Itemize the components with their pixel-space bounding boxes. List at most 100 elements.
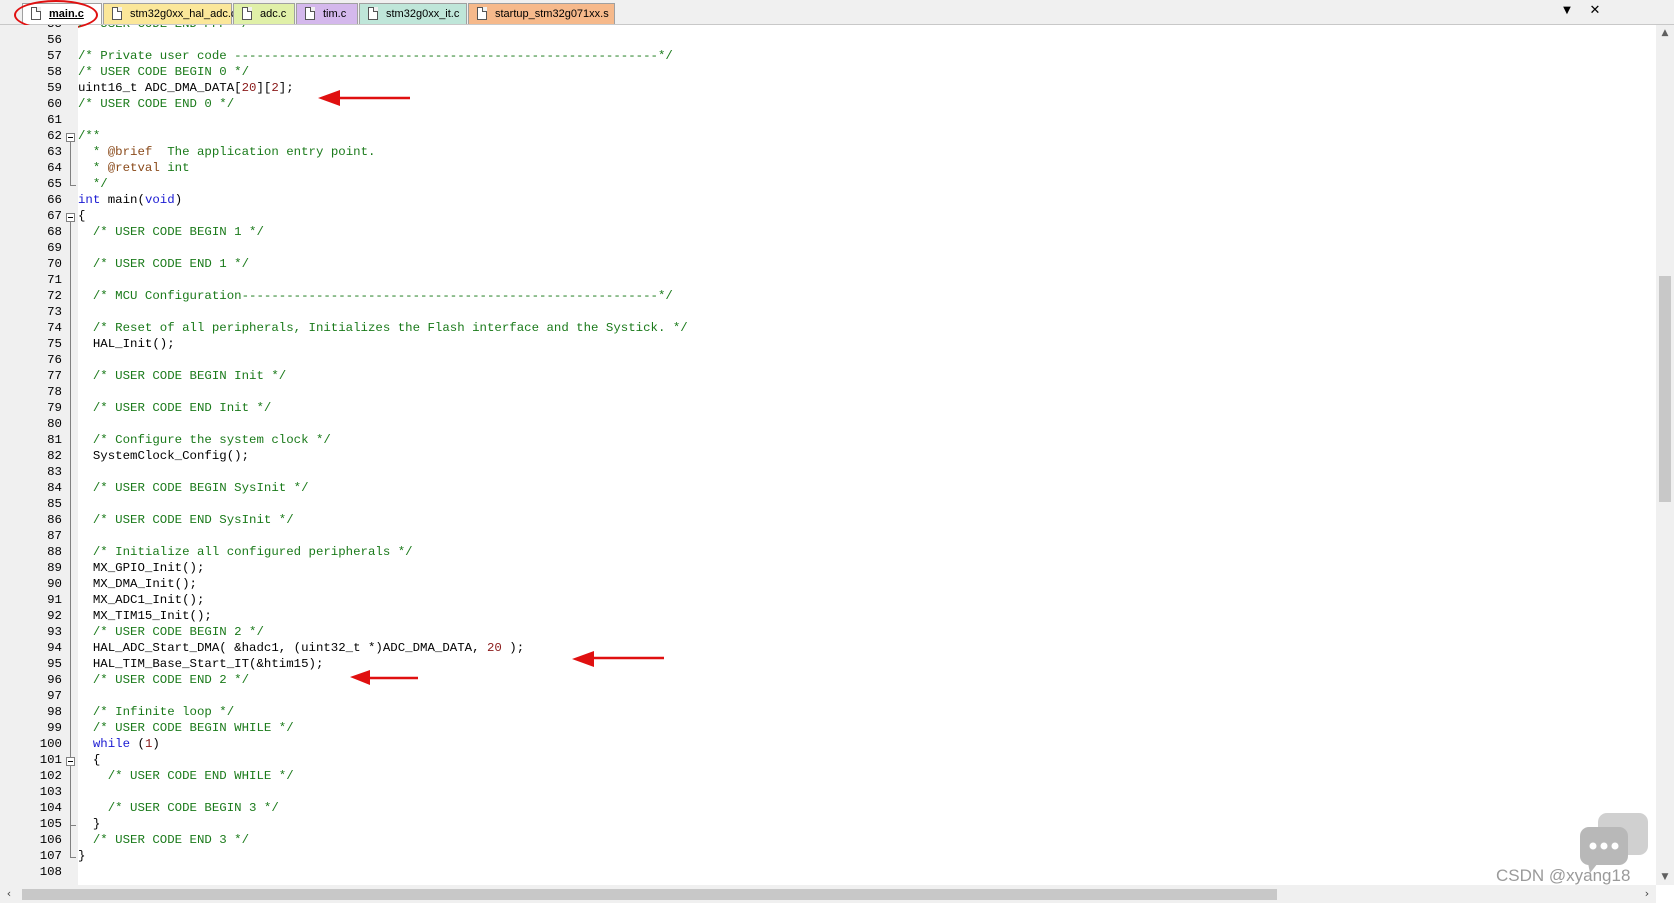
code-line: MX_ADC1_Init(); [78, 593, 205, 609]
code-line: /* USER CODE END PFP */ [78, 25, 249, 33]
code-line: } [78, 817, 100, 833]
code-token: /* USER CODE BEGIN 1 */ [78, 225, 264, 239]
code-line: HAL_ADC_Start_DMA( &hadc1, (uint32_t *)A… [78, 641, 524, 657]
vertical-scroll-thumb[interactable] [1659, 276, 1671, 502]
tab-adc-c[interactable]: adc.c [233, 3, 295, 24]
fold-toggle-icon[interactable] [66, 133, 75, 142]
code-line: /* Initialize all configured peripherals… [78, 545, 413, 561]
code-token: /* USER CODE END 2 */ [78, 673, 250, 687]
line-number: 64 [47, 161, 62, 175]
line-number: 107 [39, 849, 62, 863]
code-line: /* USER CODE BEGIN 2 */ [78, 625, 264, 641]
code-line: /* USER CODE BEGIN 1 */ [78, 225, 264, 241]
code-line: SystemClock_Config(); [78, 449, 249, 465]
line-number: 62 [47, 129, 62, 143]
code-line: while (1) [78, 737, 160, 753]
line-number-gutter: 5556 57 58 59 60 61 62 63 64 65 66 67 68 69 70 71 72 73 74… [0, 25, 78, 885]
code-line: /* USER CODE END 1 */ [78, 257, 249, 273]
tab-stm32g0xx-hal-adc-c[interactable]: stm32g0xx_hal_adc.c [103, 3, 236, 24]
fold-toggle-icon[interactable] [66, 757, 75, 766]
file-icon [305, 7, 315, 20]
scroll-down-arrow-icon[interactable]: ▼ [1656, 869, 1674, 885]
code-token: /* USER CODE END Init */ [78, 401, 272, 415]
code-line: /* USER CODE END 3 */ [78, 833, 249, 849]
code-token: /* Reset of all peripherals, Initializes… [78, 321, 688, 335]
horizontal-scroll-thumb[interactable] [22, 889, 1277, 900]
code-line: * @retval int [78, 161, 190, 177]
line-number: 58 [47, 65, 62, 79]
code-line: /* USER CODE END 0 */ [78, 97, 234, 113]
tab-stm32g0xx-it-c[interactable]: stm32g0xx_it.c [359, 3, 467, 24]
tab-label: tim.c [323, 8, 347, 20]
code-line: /* Private user code -------------------… [78, 49, 673, 65]
code-line: /* USER CODE BEGIN Init */ [78, 369, 286, 385]
code-token: */ [78, 177, 108, 191]
code-token: { [78, 753, 101, 767]
line-number: 85 [47, 497, 62, 511]
line-number: 104 [39, 801, 62, 815]
line-number: 61 [47, 113, 62, 127]
scroll-left-arrow-icon[interactable]: ‹ [0, 885, 18, 903]
line-number: 79 [47, 401, 62, 415]
line-number: 76 [47, 353, 62, 367]
vertical-scrollbar[interactable]: ▲ ▼ [1656, 25, 1674, 885]
code-token: /* USER CODE BEGIN Init */ [78, 369, 287, 383]
tab-label: stm32g0xx_hal_adc.c [130, 8, 237, 20]
fold-end-marker [70, 825, 76, 826]
code-token: ); [501, 641, 525, 655]
code-token: ) [174, 193, 183, 207]
code-token: SystemClock_Config(); [78, 449, 250, 463]
line-number: 75 [47, 337, 62, 351]
horizontal-scrollbar[interactable]: ‹ › [0, 885, 1656, 903]
scroll-right-arrow-icon[interactable]: › [1638, 885, 1656, 903]
code-token: /* USER CODE BEGIN SysInit */ [78, 481, 309, 495]
line-number: 98 [47, 705, 62, 719]
code-token: @retval [107, 161, 160, 175]
file-icon [242, 7, 252, 20]
scroll-up-arrow-icon[interactable]: ▲ [1656, 25, 1674, 41]
tab-label: startup_stm32g071xx.s [495, 8, 609, 20]
fold-end-marker [70, 857, 76, 858]
code-token: /* Initialize all configured peripherals… [78, 545, 413, 559]
line-number: 101 [39, 753, 62, 767]
line-number: 71 [47, 273, 62, 287]
code-token: 2 [271, 81, 279, 95]
code-token: MX_TIM15_Init(); [78, 609, 212, 623]
line-number: 59 [47, 81, 62, 95]
watermark: CSDN @xyang18 [1496, 866, 1631, 885]
tab-tim-c[interactable]: tim.c [296, 3, 358, 24]
code-line: /* USER CODE BEGIN 0 */ [78, 65, 249, 81]
code-line: HAL_Init(); [78, 337, 175, 353]
code-line: MX_TIM15_Init(); [78, 609, 212, 625]
code-token: /* USER CODE END 3 */ [78, 833, 250, 847]
code-token: /* MCU Configuration--------------------… [78, 289, 673, 303]
line-number: 86 [47, 513, 62, 527]
tab-startup-stm32g071xx-s[interactable]: startup_stm32g071xx.s [468, 3, 615, 24]
code-token: } [78, 817, 101, 831]
code-editor[interactable]: /* USER CODE END PFP */ /* Private user c… [78, 25, 1656, 885]
code-token: /* Private user code -------------------… [78, 49, 673, 63]
tab-list-dropdown-icon[interactable]: ▼ [1560, 3, 1574, 19]
line-number: 108 [39, 865, 62, 879]
tab-label: adc.c [260, 8, 287, 20]
code-token: 20 [241, 81, 257, 95]
line-number: 73 [47, 305, 62, 319]
code-line: * @brief The application entry point. [78, 145, 376, 161]
code-line: /* Infinite loop */ [78, 705, 234, 721]
code-token: uint16_t ADC_DMA_DATA[ [78, 81, 242, 95]
code-token: * [78, 161, 108, 175]
code-token: MX_DMA_Init(); [78, 577, 197, 591]
file-icon [112, 7, 122, 20]
code-token: /* USER CODE END WHILE */ [78, 769, 294, 783]
close-tab-icon[interactable]: ✕ [1588, 3, 1602, 19]
code-token: HAL_ADC_Start_DMA( &hadc1, (uint32_t *)A… [78, 641, 487, 655]
code-token: /* USER CODE BEGIN 3 */ [78, 801, 279, 815]
line-number: 63 [47, 145, 62, 159]
fold-toggle-icon[interactable] [66, 213, 75, 222]
code-line: { [78, 753, 100, 769]
code-token: void [144, 193, 175, 207]
code-line: /* USER CODE END SysInit */ [78, 513, 294, 529]
line-number: 90 [47, 577, 62, 591]
tab-label: stm32g0xx_it.c [386, 8, 460, 20]
line-number: 65 [47, 177, 62, 191]
